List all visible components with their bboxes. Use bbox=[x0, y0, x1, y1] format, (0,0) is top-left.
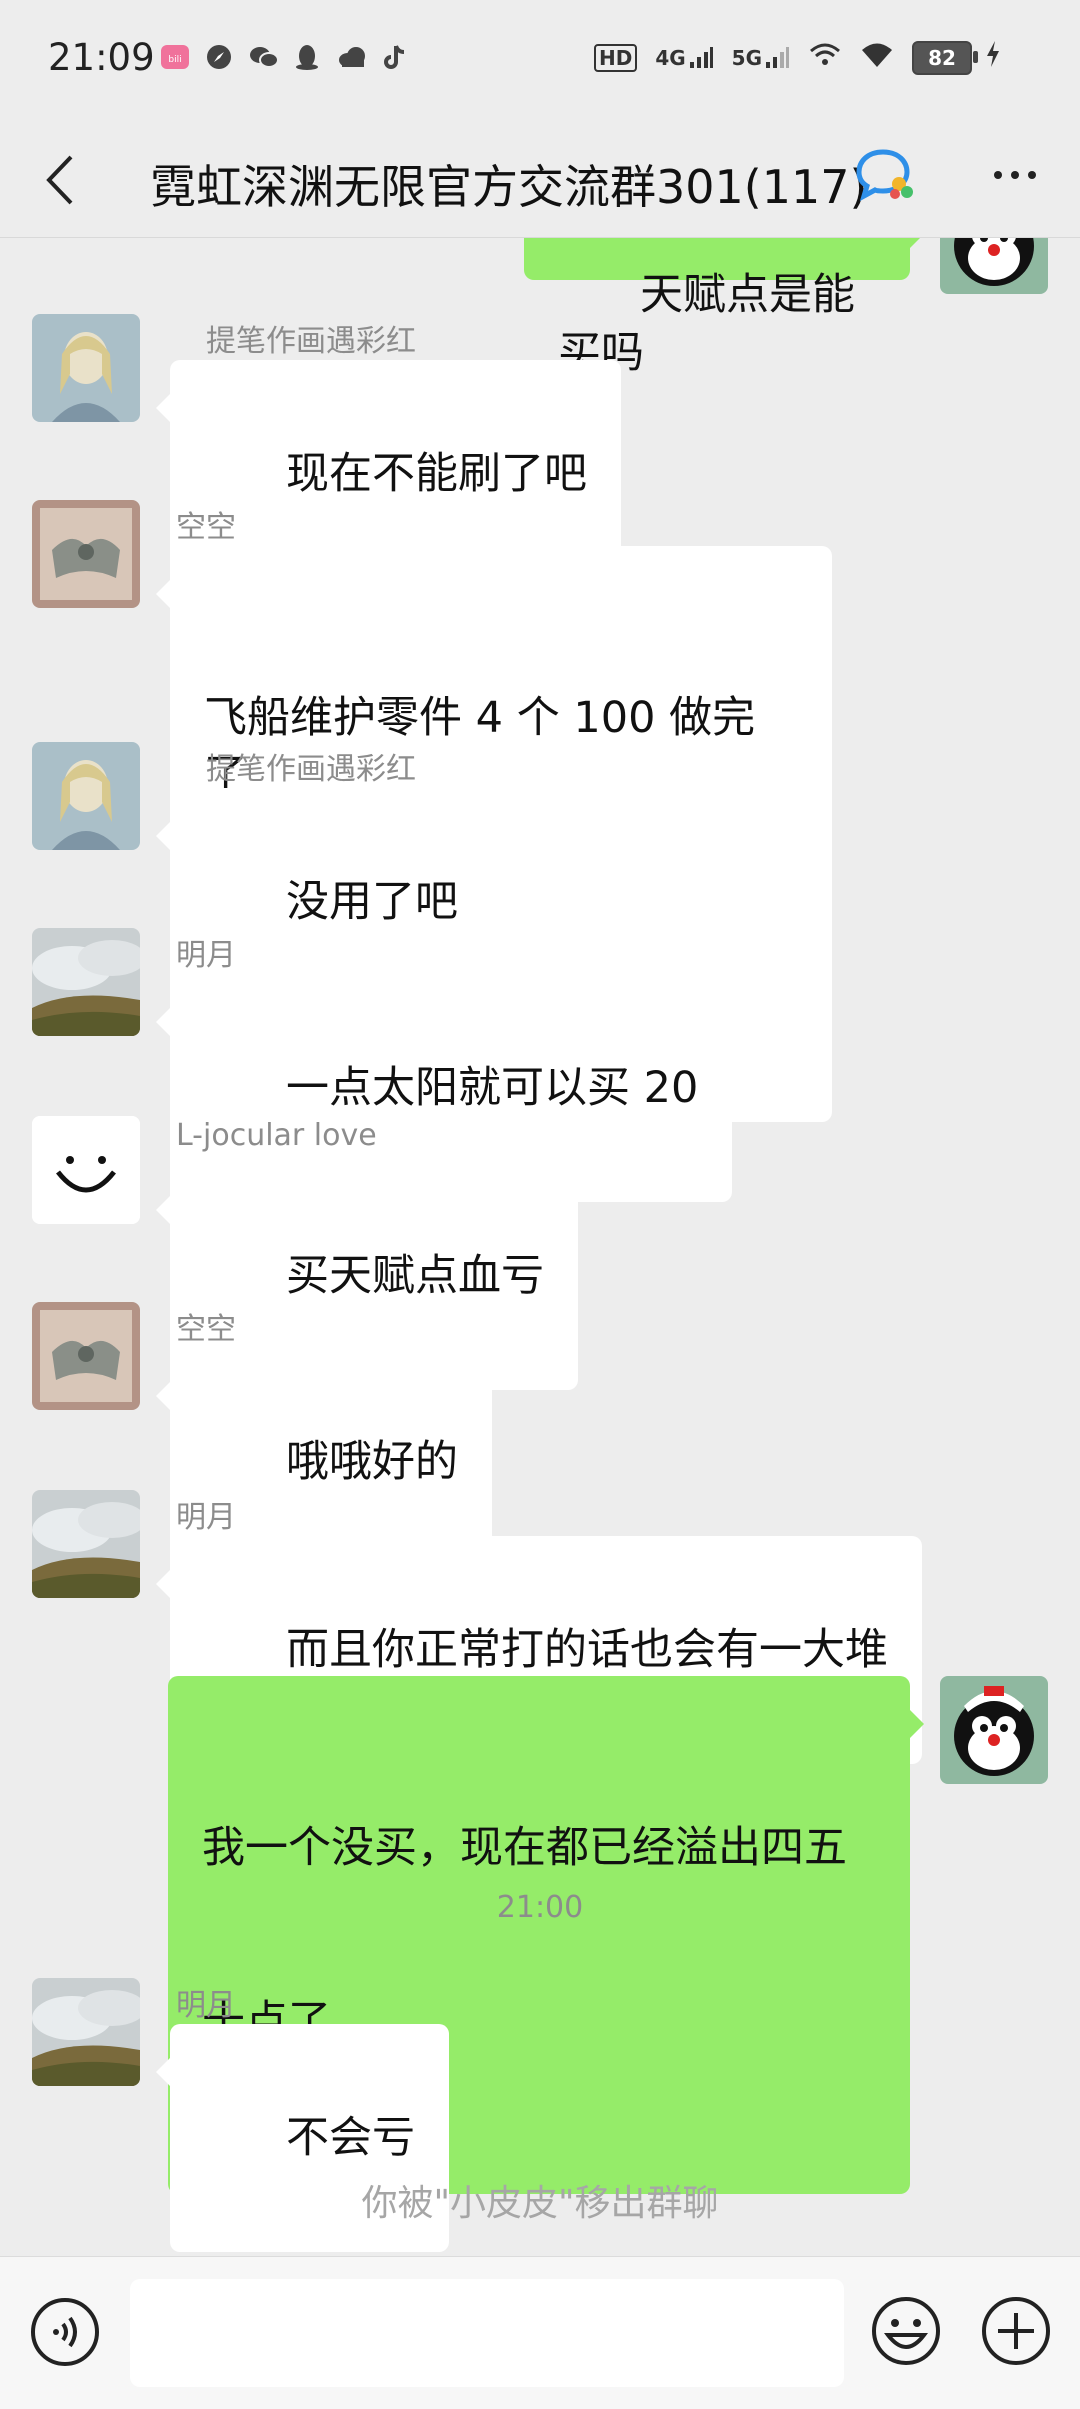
more-dot-icon bbox=[1028, 171, 1036, 179]
avatar-kongkong[interactable] bbox=[32, 500, 140, 608]
tiktok-app-icon bbox=[380, 42, 410, 72]
message-text-line: 我一个没买，现在都已经溢出四五 bbox=[202, 1823, 847, 1873]
cloud-app-icon bbox=[336, 42, 366, 72]
sender-name: 提笔作画遇彩红 bbox=[206, 752, 416, 787]
sender-name: 明月 bbox=[176, 1500, 236, 1535]
compass-app-icon bbox=[204, 42, 234, 72]
emoji-icon bbox=[872, 2297, 940, 2365]
plus-icon bbox=[982, 2297, 1050, 2365]
message-list[interactable]: 天赋点是能买吗 提笔作画遇彩红 现在不能刷了吧 空空 飞船维护零件 4 个 10… bbox=[0, 238, 1080, 2256]
message-bubble-self[interactable]: 天赋点是能买吗 bbox=[524, 238, 924, 378]
message-text: 一点太阳就可以买 20 bbox=[286, 1063, 699, 1113]
sender-name: 明月 bbox=[176, 1988, 236, 2023]
message-input[interactable] bbox=[130, 2279, 844, 2387]
chat-header: 霓虹深渊无限官方交流群301(117) bbox=[0, 125, 1080, 237]
sender-name: 空空 bbox=[176, 1312, 236, 1347]
voice-input-button[interactable] bbox=[30, 2297, 100, 2367]
avatar-mingyue[interactable] bbox=[32, 1490, 140, 1598]
message-text: 不会亏 bbox=[286, 2113, 416, 2163]
svg-text:bili: bili bbox=[168, 55, 181, 65]
charging-icon bbox=[986, 40, 1000, 75]
more-options-button[interactable] bbox=[980, 2295, 1052, 2367]
sender-name: 提笔作画遇彩红 bbox=[206, 324, 416, 359]
message-text: 买天赋点血亏 bbox=[286, 1251, 545, 1301]
avatar-tibi[interactable] bbox=[32, 742, 140, 850]
avatar-ljocular[interactable] bbox=[32, 1116, 140, 1224]
message-timestamp: 21:00 bbox=[496, 1890, 584, 1925]
status-time: 21:09 bbox=[48, 36, 155, 79]
battery-icon: 82 bbox=[912, 40, 978, 75]
wifi-icon bbox=[860, 41, 894, 74]
system-notice: 你被"小皮皮"移出群聊 bbox=[361, 2183, 719, 2224]
bilibili-app-icon: bili bbox=[160, 42, 190, 72]
sender-name: L-jocular love bbox=[176, 1118, 377, 1153]
avatar-self[interactable] bbox=[940, 1676, 1048, 1784]
more-dot-icon bbox=[994, 171, 1002, 179]
more-button[interactable] bbox=[980, 145, 1050, 205]
notification-icons: bili bbox=[160, 42, 410, 72]
status-bar: 21:09 bili HD 4G 5G 82 bbox=[0, 0, 1080, 125]
hotspot-icon bbox=[808, 41, 842, 74]
sender-name: 明月 bbox=[176, 938, 236, 973]
voice-icon bbox=[31, 2298, 99, 2366]
message-text: 哦哦好的 bbox=[286, 1437, 459, 1487]
avatar-mingyue[interactable] bbox=[32, 1978, 140, 2086]
network-4g-label: 4G bbox=[655, 45, 686, 70]
hd-icon: HD bbox=[593, 43, 638, 72]
battery-level: 82 bbox=[928, 45, 956, 70]
qq-app-icon bbox=[292, 42, 322, 72]
signal-5g-icon: 5G bbox=[732, 46, 790, 70]
avatar-mingyue[interactable] bbox=[32, 928, 140, 1036]
network-5g-label: 5G bbox=[731, 45, 762, 70]
message-text: 现在不能刷了吧 bbox=[286, 449, 588, 499]
input-bar bbox=[0, 2256, 1080, 2409]
system-icons: HD 4G 5G 82 bbox=[593, 40, 1000, 75]
avatar-kongkong[interactable] bbox=[32, 1302, 140, 1410]
avatar-self[interactable] bbox=[940, 238, 1048, 294]
chat-title[interactable]: 霓虹深渊无限官方交流群301(117) bbox=[150, 151, 868, 217]
back-button[interactable] bbox=[30, 147, 90, 213]
group-chat-icon[interactable] bbox=[855, 146, 917, 206]
more-dot-icon bbox=[1011, 171, 1019, 179]
signal-4g-icon: 4G bbox=[655, 46, 713, 70]
wechat-app-icon bbox=[248, 42, 278, 72]
chevron-left-icon bbox=[46, 155, 73, 205]
emoji-button[interactable] bbox=[870, 2295, 942, 2367]
sender-name: 空空 bbox=[176, 510, 236, 545]
message-text: 没用了吧 bbox=[286, 877, 459, 927]
message-text: 而且你正常打的话也会有一大堆 bbox=[286, 1625, 889, 1675]
avatar-tibi[interactable] bbox=[32, 314, 140, 422]
